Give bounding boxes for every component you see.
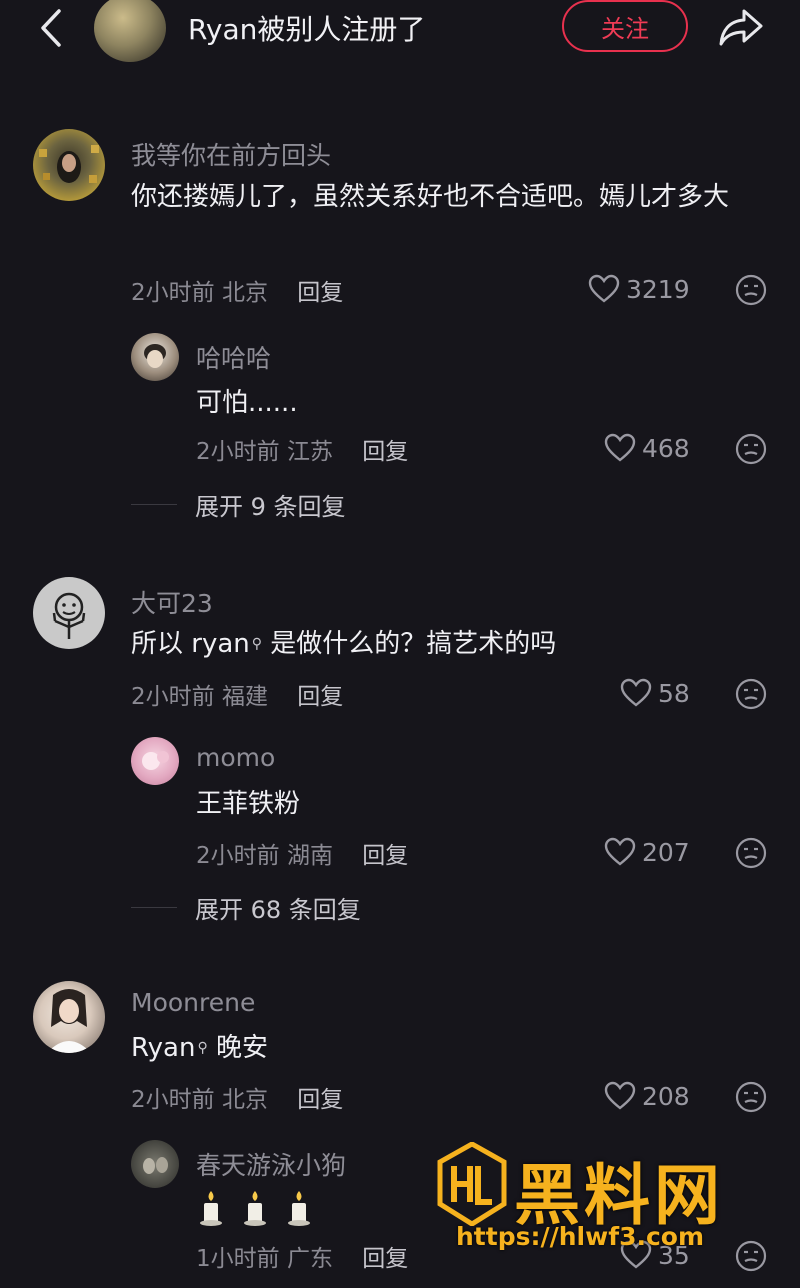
candle-icon bbox=[244, 1190, 266, 1226]
avatar[interactable] bbox=[131, 1140, 179, 1188]
expand-label: 展开 9 条回复 bbox=[195, 493, 346, 521]
reply-text[interactable]: 可怕...... bbox=[196, 380, 298, 426]
expand-replies-button[interactable]: 展开 9 条回复 bbox=[131, 487, 346, 522]
reply-location: 江苏 bbox=[286, 439, 333, 465]
comment-text-suffix: 是做什么的？搞艺术的吗 bbox=[262, 629, 557, 659]
emoji-react-icon[interactable] bbox=[735, 837, 767, 869]
heart-icon bbox=[588, 274, 620, 303]
heart-icon bbox=[604, 837, 636, 866]
comment-time: 2小时前 bbox=[131, 280, 215, 306]
divider bbox=[131, 504, 177, 505]
divider bbox=[131, 907, 177, 908]
avatar[interactable] bbox=[131, 333, 179, 381]
comment-username[interactable]: 大可23 bbox=[131, 584, 213, 620]
like-button[interactable]: 208 bbox=[604, 1081, 690, 1111]
comment-meta: 2小时前 北京 回复 bbox=[131, 1080, 343, 1114]
like-count: 468 bbox=[642, 433, 690, 463]
like-button[interactable]: 468 bbox=[604, 433, 690, 463]
reply-button[interactable]: 回复 bbox=[362, 1246, 408, 1272]
reply-button[interactable]: 回复 bbox=[297, 280, 343, 306]
back-button[interactable] bbox=[34, 6, 68, 50]
comment-text[interactable]: Ryan ⚲ 晚安 bbox=[131, 1025, 268, 1071]
comment-time: 2小时前 bbox=[131, 1087, 215, 1113]
watermark-url: https://hlwf3.com bbox=[456, 1222, 705, 1251]
reply-meta: 1小时前 广东 回复 bbox=[196, 1239, 408, 1273]
like-count: 207 bbox=[642, 837, 690, 867]
share-icon bbox=[719, 9, 763, 46]
heart-icon bbox=[604, 1081, 636, 1110]
expand-replies-button[interactable]: 展开 68 条回复 bbox=[131, 890, 361, 925]
candle-icon bbox=[288, 1190, 310, 1226]
comment-text-prefix: 所以 ryan bbox=[131, 629, 250, 659]
emoji-react-icon[interactable] bbox=[735, 678, 767, 710]
reply-time: 1小时前 bbox=[196, 1246, 280, 1272]
page-title: Ryan被别人注册了 bbox=[188, 13, 426, 46]
comment-text[interactable]: 你还搂嫣儿了，虽然关系好也不合适吧。嫣儿才多大 bbox=[131, 174, 761, 220]
share-button[interactable] bbox=[716, 4, 766, 50]
heart-icon bbox=[620, 678, 652, 707]
search-icon[interactable]: ⚲ bbox=[197, 1040, 207, 1056]
emoji-react-icon[interactable] bbox=[735, 433, 767, 465]
reply-time: 2小时前 bbox=[196, 843, 280, 869]
reply-username[interactable]: momo bbox=[196, 743, 275, 772]
like-button[interactable]: 3219 bbox=[588, 274, 690, 304]
reply-meta: 2小时前 江苏 回复 bbox=[196, 432, 408, 466]
back-arrow-icon bbox=[41, 9, 61, 47]
comment-text-prefix: Ryan bbox=[131, 1033, 196, 1063]
comment-meta: 2小时前 福建 回复 bbox=[131, 677, 343, 711]
author-avatar[interactable] bbox=[94, 0, 166, 62]
reply-text[interactable]: 🕯🕯🕯 bbox=[196, 1184, 328, 1230]
like-button[interactable]: 58 bbox=[620, 678, 690, 708]
reply-button[interactable]: 回复 bbox=[362, 843, 408, 869]
comment-location: 北京 bbox=[221, 1087, 268, 1113]
reply-button[interactable]: 回复 bbox=[297, 1087, 343, 1113]
reply-username[interactable]: 春天游泳小狗 bbox=[196, 1146, 346, 1182]
top-bar: Ryan被别人注册了 关注 bbox=[0, 0, 800, 62]
reply-button[interactable]: 回复 bbox=[362, 439, 408, 465]
watermark-logo-icon bbox=[437, 1142, 507, 1226]
reply-meta: 2小时前 湖南 回复 bbox=[196, 836, 408, 870]
avatar[interactable] bbox=[33, 129, 105, 201]
avatar[interactable] bbox=[131, 737, 179, 785]
like-count: 58 bbox=[658, 678, 690, 708]
comment-username[interactable]: Moonrene bbox=[131, 988, 255, 1017]
expand-label: 展开 68 条回复 bbox=[195, 896, 361, 924]
comment-time: 2小时前 bbox=[131, 684, 215, 710]
reply-button[interactable]: 回复 bbox=[297, 684, 343, 710]
like-count: 3219 bbox=[626, 274, 690, 304]
avatar[interactable] bbox=[33, 981, 105, 1053]
comment-username[interactable]: 我等你在前方回头 bbox=[131, 136, 331, 172]
emoji-react-icon[interactable] bbox=[735, 274, 767, 306]
comment-location: 福建 bbox=[221, 684, 268, 710]
reply-location: 湖南 bbox=[286, 843, 333, 869]
comment-text[interactable]: 所以 ryan ⚲ 是做什么的？搞艺术的吗 bbox=[131, 621, 556, 667]
watermark: 黑料网 https://hlwf3.com bbox=[436, 1142, 776, 1262]
reply-text[interactable]: 王菲铁粉 bbox=[196, 781, 300, 827]
comment-text-suffix: 晚安 bbox=[207, 1033, 268, 1063]
heart-icon bbox=[604, 433, 636, 462]
avatar[interactable] bbox=[33, 577, 105, 649]
comment-meta: 2小时前 北京 回复 bbox=[131, 273, 343, 307]
reply-location: 广东 bbox=[286, 1246, 333, 1272]
like-button[interactable]: 207 bbox=[604, 837, 690, 867]
like-count: 208 bbox=[642, 1081, 690, 1111]
reply-username[interactable]: 哈哈哈 bbox=[196, 339, 271, 375]
emoji-react-icon[interactable] bbox=[735, 1081, 767, 1113]
follow-button[interactable]: 关注 bbox=[562, 0, 688, 52]
candle-icon bbox=[200, 1190, 222, 1226]
comment-location: 北京 bbox=[221, 280, 268, 306]
search-icon[interactable]: ⚲ bbox=[252, 636, 262, 652]
reply-time: 2小时前 bbox=[196, 439, 280, 465]
